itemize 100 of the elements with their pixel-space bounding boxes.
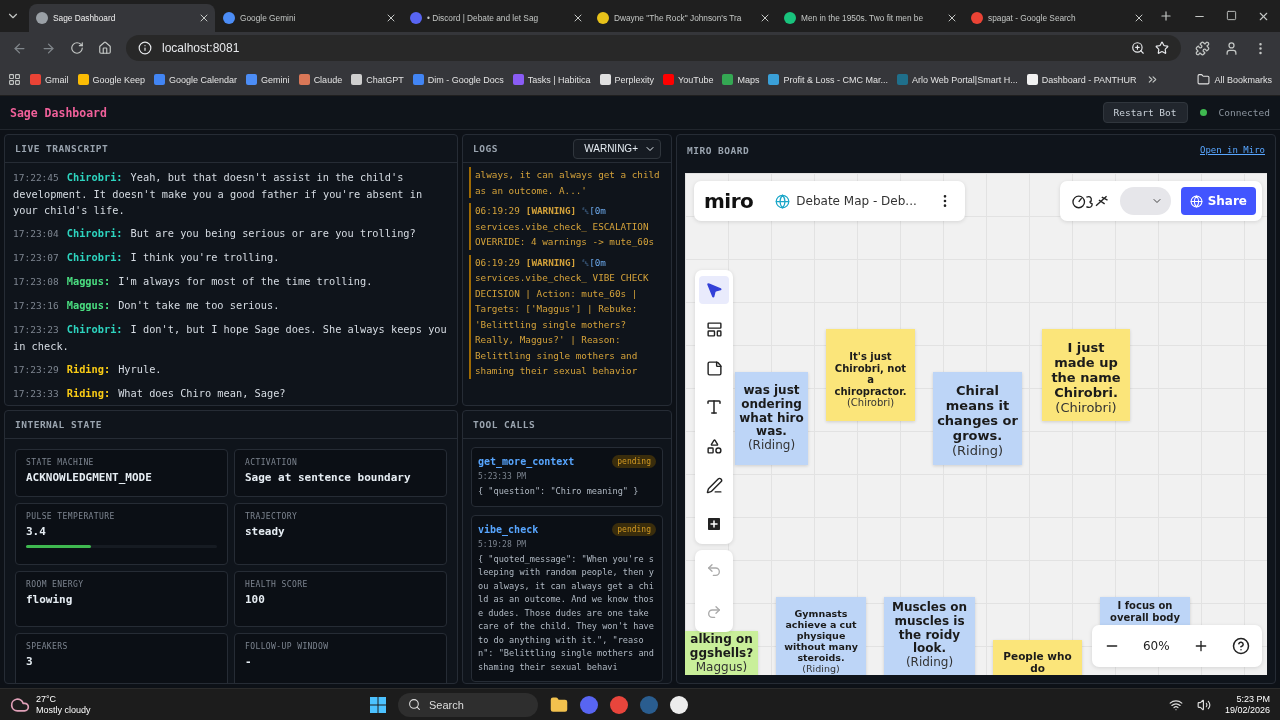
start-icon[interactable] (370, 696, 386, 713)
panel-title: LIVE TRANSCRIPT (15, 143, 109, 154)
tab-title: • Discord | Debate and let Sag (427, 13, 540, 23)
globe-icon (775, 193, 791, 209)
sticky-note[interactable]: People who do (993, 640, 1082, 675)
close-icon[interactable] (1133, 12, 1145, 24)
sticky-note[interactable]: alking on ggshells? Maggus) (685, 631, 758, 675)
bookmark-link[interactable]: Tasks | Habitica (512, 74, 591, 85)
status-label: Connected (1218, 107, 1270, 118)
sticky-note[interactable]: It's just Chirobri, not a chiropractor. (Chirobri) (826, 329, 915, 421)
browser-tab[interactable]: Dwayne "The Rock" Johnson's Tra (590, 4, 776, 32)
filter-dropdown[interactable]: WARNING+ (573, 138, 661, 159)
bookmark-link[interactable]: Google Keep (77, 74, 146, 85)
browser-tab[interactable]: Men in the 1950s. Two fit men be (777, 4, 963, 32)
log-time: 06:19:29 (475, 256, 520, 268)
new-tab-icon[interactable] (1159, 9, 1173, 23)
card-value: steady (245, 525, 286, 538)
note-author: (Riding) (951, 443, 1004, 459)
bookmark-link[interactable]: Arlo Web Portal|Smart H... (897, 74, 1018, 85)
close-icon[interactable] (198, 12, 210, 24)
call-time: 5:23:33 PM (478, 472, 528, 481)
bookmark-link[interactable]: Gmail (30, 74, 69, 85)
card-value: flowing (26, 593, 74, 606)
forward-icon[interactable] (41, 40, 56, 56)
bookmark-link[interactable]: Claude (298, 74, 343, 85)
bookmark-link[interactable]: Maps (722, 74, 760, 85)
select-tool-icon[interactable] (699, 276, 729, 304)
note-text: was just ondering what hiro was. (739, 384, 804, 439)
wifi-icon[interactable] (1168, 697, 1183, 712)
sticky-note[interactable]: Muscles on muscles is the roidy look. (Riding) (884, 597, 975, 675)
reload-icon[interactable] (70, 41, 84, 55)
card-label: STATE MACHINE (26, 458, 95, 467)
close-icon[interactable] (946, 12, 958, 24)
app-icon[interactable] (670, 695, 688, 714)
sticky-note[interactable]: I just made up the name Chirobri. (Chirobri) (1042, 329, 1130, 421)
bookmark-link[interactable]: YouTube (663, 74, 714, 85)
open-in-miro-link[interactable]: Open in Miro (1199, 145, 1265, 155)
board-name[interactable]: Debate Map - Deb... (796, 194, 937, 208)
transcript-message: 17:23:08 Maggus: I'm always for most of the time trolling. (13, 274, 374, 289)
bookmark-link[interactable]: Profit & Loss - CMC Mar... (768, 74, 888, 85)
folder-icon (1197, 73, 1211, 86)
clock-time: 5:23 PM (1236, 693, 1270, 705)
sticky-note[interactable]: Gymnasts achieve a cut physique without many steroids. (Riding) (776, 597, 866, 675)
folder-icon[interactable] (550, 695, 568, 714)
sticky-note[interactable]: was just ondering what hiro was. (Riding) (735, 372, 808, 465)
bookmark-link[interactable]: Gemini (246, 74, 290, 85)
panel-title: TOOL CALLS (473, 419, 536, 430)
restart-button[interactable]: Restart Bot (1102, 102, 1188, 123)
tool-name: get_more_context (478, 456, 575, 467)
taskbar-search[interactable]: Search (398, 692, 538, 717)
apps-icon[interactable] (8, 73, 21, 86)
panel-title: MIRO BOARD (687, 144, 750, 156)
tab-title: Google Gemini (240, 13, 297, 23)
close-icon[interactable] (572, 12, 584, 24)
bookmark-link[interactable]: Dashboard - PANTHUR (1026, 74, 1137, 85)
zoom-icon[interactable] (1131, 41, 1145, 55)
maximize-icon[interactable] (1226, 9, 1237, 23)
temperature: 27°C (36, 693, 58, 705)
tab-title: Dwayne "The Rock" Johnson's Tra (614, 13, 743, 23)
tab-title: spagat - Google Search (988, 13, 1077, 23)
bookmark-link[interactable]: Dim - Google Docs (412, 74, 504, 85)
bookmark-link[interactable]: Perplexity (599, 74, 655, 85)
share-button[interactable]: Share (1180, 187, 1256, 215)
tool-name: vibe_check (478, 523, 539, 535)
note-author: (Riding) (905, 656, 954, 670)
card-label: SPEAKERS (26, 642, 69, 651)
log-time: 06:19:29 (475, 205, 520, 216)
globe-icon (1189, 194, 1203, 208)
puzzle-icon[interactable] (1195, 40, 1210, 56)
bookmark-link[interactable]: Google Calendar (154, 74, 238, 85)
card-label: TRAJECTORY (245, 512, 299, 521)
close-icon[interactable] (759, 12, 771, 24)
close-icon[interactable] (385, 12, 397, 24)
volume-icon[interactable] (1196, 697, 1211, 712)
browser-tab[interactable]: Sage Dashboard (29, 4, 215, 32)
note-author: (Chirobri) (846, 397, 895, 409)
note-author: (Chirobri) (1055, 400, 1117, 416)
transcript-message: 17:23:29 Riding: Hyrule. (13, 362, 163, 377)
all-bookmarks-link[interactable]: All Bookmarks (1197, 73, 1272, 86)
browser-tab[interactable]: Google Gemini (216, 4, 402, 32)
note-text: I focus on overall body (1109, 600, 1181, 623)
sticky-note[interactable]: I focus on overall body (1100, 597, 1190, 625)
bookmark-link[interactable]: ChatGPT (351, 74, 404, 85)
browser-tab[interactable]: • Discord | Debate and let Sag (403, 4, 589, 32)
tab-title: Men in the 1950s. Two fit men be (801, 13, 925, 23)
transcript-message: 17:23:33 Riding: What does Chiro mean, Sage? (13, 386, 287, 401)
note-text: alking on ggshells? (689, 633, 754, 661)
back-icon[interactable] (12, 40, 27, 56)
zoom-level: 60% (1143, 639, 1170, 653)
card-value: 3.4 (26, 525, 47, 538)
address-bar[interactable]: localhost:8081 (126, 35, 1181, 61)
zoom-in-icon[interactable] (1193, 638, 1209, 654)
star-icon[interactable] (1155, 41, 1169, 55)
browser-tab[interactable]: spagat - Google Search (964, 4, 1150, 32)
help-icon[interactable] (1232, 637, 1251, 655)
note-text: It's just Chirobri, not a chiropractor. (833, 351, 908, 397)
home-icon[interactable] (98, 41, 112, 55)
note-text: People who do (1002, 650, 1073, 675)
sticky-note[interactable]: Chiral means it changes or grows. (Riding) (933, 372, 1022, 465)
profile-icon[interactable] (1224, 40, 1239, 56)
